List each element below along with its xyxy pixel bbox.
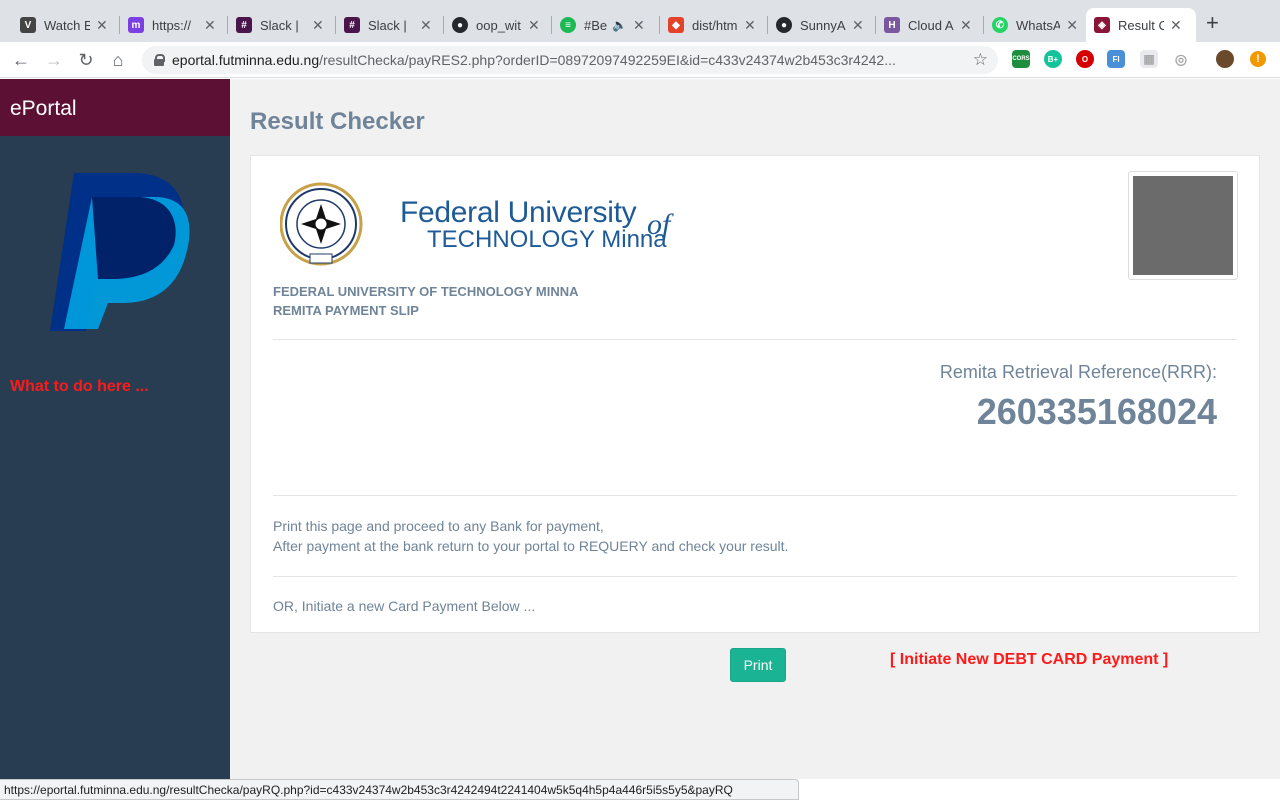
university-crest-icon	[280, 182, 363, 266]
card-payment-note: OR, Initiate a new Card Payment Below ..…	[273, 598, 536, 614]
what-to-do-link[interactable]: What to do here ...	[10, 378, 149, 396]
new-tab-button[interactable]: +	[1206, 12, 1219, 34]
tab-close-icon[interactable]: ✕	[204, 17, 216, 34]
cors-extension-icon[interactable]: CORS	[1012, 50, 1030, 68]
passport-photo-frame	[1128, 171, 1238, 280]
grammarly-icon[interactable]: B+	[1044, 50, 1062, 68]
divider	[273, 576, 1237, 577]
tab-title: Result C	[1118, 17, 1164, 33]
page-title: Result Checker	[250, 108, 425, 135]
tab-close-icon[interactable]: ✕	[633, 17, 645, 34]
back-icon[interactable]: ←	[10, 49, 32, 71]
tab-title: Watch E	[44, 17, 90, 33]
payment-slip-card: Federal University TECHNOLOGY Minna of F…	[250, 155, 1260, 633]
audio-playing-icon[interactable]: 🔈	[612, 18, 627, 32]
browser-tab-3[interactable]: # Slack | ✕	[228, 8, 336, 42]
logo-text-line1: Federal University	[400, 196, 637, 229]
futminna-icon: ◈	[1094, 17, 1110, 33]
whatsapp-icon: ✆	[992, 17, 1008, 33]
tab-strip: V Watch E ✕ m https:// ✕ # Slack | ✕ # S…	[0, 0, 1280, 42]
grid-extension-icon[interactable]: ▦	[1140, 50, 1158, 68]
tab-close-icon[interactable]: ✕	[1170, 17, 1182, 34]
tab-title: WhatsA	[1016, 17, 1061, 33]
initiate-debit-card-payment-link[interactable]: [ Initiate New DEBT CARD Payment ]	[890, 651, 1168, 669]
opera-icon[interactable]: O	[1076, 50, 1094, 68]
browser-tab-9[interactable]: H Cloud A ✕	[876, 8, 984, 42]
print-button[interactable]: Print	[730, 648, 786, 682]
browser-tab-2[interactable]: m https:// ✕	[120, 8, 228, 42]
slack-icon: #	[236, 17, 252, 33]
tab-close-icon[interactable]: ✕	[312, 17, 324, 34]
browser-tab-4[interactable]: # Slack | ✕	[336, 8, 444, 42]
browser-tab-10[interactable]: ✆ WhatsA ✕	[984, 8, 1086, 42]
browser-tab-8[interactable]: ● SunnyA ✕	[768, 8, 876, 42]
browser-tab-7[interactable]: ◆ dist/htm ✕	[660, 8, 768, 42]
profile-avatar-icon[interactable]	[1216, 50, 1234, 68]
sidebar-brand[interactable]: ePortal	[0, 79, 230, 136]
tab-title: dist/htm	[692, 17, 738, 33]
bookmark-star-icon[interactable]: ☆	[973, 50, 988, 70]
tab-close-icon[interactable]: ✕	[420, 17, 432, 34]
slip-title: REMITA PAYMENT SLIP	[273, 303, 419, 318]
tab-close-icon[interactable]: ✕	[1066, 17, 1078, 34]
instruction-line: Print this page and proceed to any Bank …	[273, 518, 604, 534]
circle-extension-icon[interactable]: ◎	[1172, 50, 1190, 68]
lock-icon[interactable]	[154, 54, 165, 66]
tab-close-icon[interactable]: ✕	[960, 17, 972, 34]
divider	[273, 495, 1237, 496]
rrr-label: Remita Retrieval Reference(RRR):	[939, 362, 1217, 382]
tab-title: https://	[152, 17, 192, 33]
tab-title: #Be	[584, 17, 608, 33]
url-path: /resultChecka/payRES2.php?orderID=089720…	[319, 52, 896, 68]
github-icon: ●	[452, 17, 468, 33]
v-logo-icon: V	[20, 17, 36, 33]
logo-text-line2: TECHNOLOGY Minna	[427, 226, 667, 253]
tab-title: Slack |	[368, 17, 407, 33]
logo-text-of: of	[647, 208, 671, 241]
tab-title: SunnyA	[800, 17, 846, 33]
institution-name: FEDERAL UNIVERSITY OF TECHNOLOGY MINNA	[273, 284, 579, 299]
tab-title: Slack |	[260, 17, 299, 33]
m-logo-icon: m	[128, 17, 144, 33]
fi-extension-icon[interactable]: FI	[1107, 50, 1125, 68]
slack-icon: #	[344, 17, 360, 33]
browser-tab-5[interactable]: ● oop_wit ✕	[444, 8, 552, 42]
university-logo: Federal University TECHNOLOGY Minna of	[280, 182, 670, 270]
sidebar: ePortal What to do here ...	[0, 79, 230, 779]
tab-title: oop_wit	[476, 17, 521, 33]
update-alert-icon[interactable]: !	[1250, 51, 1266, 67]
browser-tab-1[interactable]: V Watch E ✕	[12, 8, 120, 42]
status-bar-url: https://eportal.futminna.edu.ng/resultCh…	[0, 779, 799, 800]
main-content: Result Checker Federal University TECHNO…	[230, 79, 1280, 779]
paypal-logo-icon	[50, 173, 190, 331]
reload-icon[interactable]: ↻	[75, 49, 97, 71]
tab-close-icon[interactable]: ✕	[744, 17, 756, 34]
github-icon: ●	[776, 17, 792, 33]
browser-tab-6[interactable]: ≡ #Be 🔈 ✕	[552, 8, 660, 42]
address-bar[interactable]: eportal.futminna.edu.ng /resultChecka/pa…	[142, 46, 998, 74]
rrr-value: 260335168024	[976, 391, 1217, 432]
home-icon[interactable]: ⌂	[107, 49, 129, 71]
divider	[273, 339, 1237, 340]
tab-title: Cloud A	[908, 17, 954, 33]
passport-photo-placeholder	[1133, 176, 1233, 275]
spotify-icon: ≡	[560, 17, 576, 33]
browser-tab-active[interactable]: ◈ Result C ✕	[1086, 8, 1196, 42]
payment-instructions: Print this page and proceed to any Bank …	[273, 516, 788, 556]
tab-close-icon[interactable]: ✕	[852, 17, 864, 34]
tab-close-icon[interactable]: ✕	[528, 17, 540, 34]
forward-icon[interactable]: →	[43, 49, 65, 71]
gitlab-icon: ◆	[668, 17, 684, 33]
tab-close-icon[interactable]: ✕	[96, 17, 108, 34]
url-host: eportal.futminna.edu.ng	[172, 52, 320, 68]
slip-header: FEDERAL UNIVERSITY OF TECHNOLOGY MINNA R…	[273, 282, 579, 320]
heroku-icon: H	[884, 17, 900, 33]
instruction-line: After payment at the bank return to your…	[273, 538, 789, 554]
